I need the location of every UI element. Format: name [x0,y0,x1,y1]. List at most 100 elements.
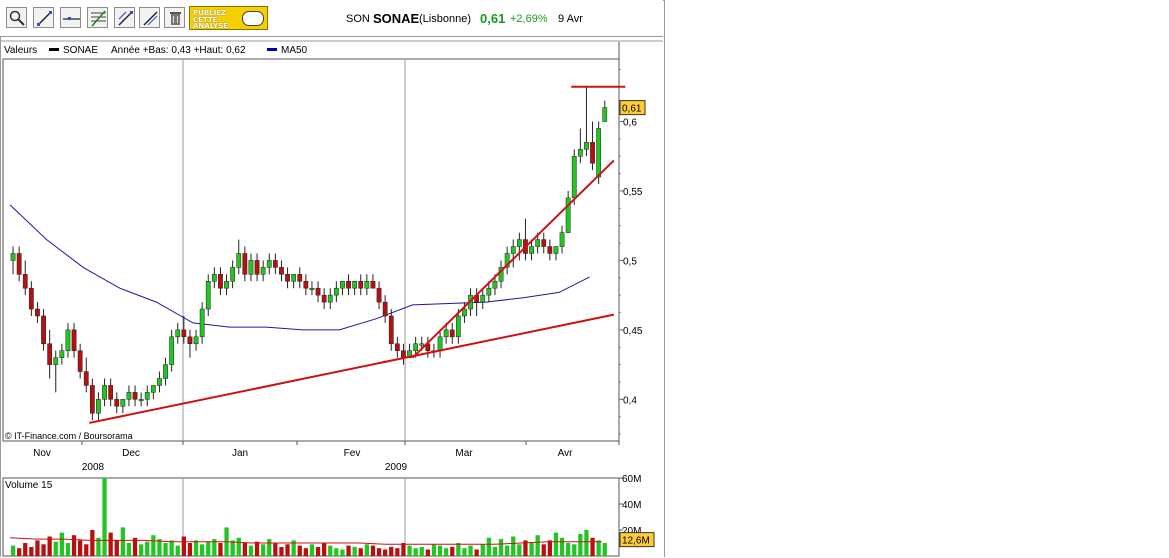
candle-body [187,336,193,345]
volume-bar [346,545,351,556]
month-label: Dec [122,448,140,459]
candle-body [89,385,95,414]
legend-stats: Année +Bas: 0,43 +Haut: 0,62 [111,45,246,56]
candle-body [303,281,309,289]
candle-body [297,274,303,282]
candle-body [486,287,492,296]
volume-bar [474,549,479,556]
candle-body [205,281,211,310]
volume-bar [78,540,83,556]
volume-bar [358,548,363,556]
candle-body [260,267,266,275]
volume-bar [163,543,168,556]
volume-bar [169,540,174,556]
candle-body [242,253,248,275]
candle-body [157,378,162,386]
volume-bar [395,548,400,556]
candle-body [315,287,321,296]
candle-body [144,392,150,400]
volume-bar [181,536,186,556]
volume-bar [431,544,437,556]
volume-bar [511,536,516,556]
volume-bar [468,545,473,556]
volume-bar [10,545,16,556]
candle-body [449,329,455,338]
volume-bar [218,543,223,556]
candle-body [590,142,595,164]
price-tick-label: 0,55 [623,187,643,198]
volume-bar [383,549,388,556]
candle-body [175,329,181,338]
candle-body [492,281,498,289]
volume-bar [492,546,498,556]
candle-body [211,274,217,282]
volume-bar [41,544,46,556]
volume-bar [248,545,254,556]
legend-valeurs: Valeurs [4,45,37,56]
volume-bar [425,549,430,556]
volume-bar [53,541,58,556]
candle-body [340,281,345,289]
candle-body [10,253,16,261]
volume-bar [340,549,345,556]
candle-body [382,301,388,317]
last-volume-label: 12,6M [622,536,650,547]
volume-bar [389,546,394,556]
year-label: 2008 [82,462,105,473]
candle-body [419,343,425,346]
volume-bar [505,545,510,556]
candle-body [65,329,71,351]
candle-body [77,350,83,372]
volume-bar [437,545,443,556]
volume-bar [498,539,504,556]
candle-body [309,287,315,290]
volume-label: Volume 15 [5,480,53,491]
volume-bar [529,543,534,556]
candle-body [71,329,77,351]
candle-body [571,155,577,199]
candle-body [236,253,242,268]
volume-bar [486,537,491,556]
volume-bar [254,541,260,556]
volume-bar [584,530,589,556]
volume-bar [187,543,193,556]
volume-bar [151,535,156,556]
credit-text: © IT-Finance.com / Boursorama [5,431,133,441]
candle-body [22,274,28,289]
volume-bar [126,543,132,556]
volume-bar [444,548,449,556]
volume-tick-label: 40M [622,500,641,511]
volume-bar [84,544,89,556]
volume-bar [547,540,552,556]
month-label: Avr [558,448,573,459]
candle-body [364,281,370,289]
stock-chart: Valeurs SONAE Année +Bas: 0,43 +Haut: 0,62… [0,40,663,557]
candle-body [327,294,333,303]
candle-body [584,142,589,150]
volume-bar [120,527,125,556]
candle-body [462,308,467,317]
candle-body [437,336,443,351]
volume-bar [553,532,559,556]
candle-body [218,274,223,289]
candle-body [83,371,89,386]
volume-bar [370,545,376,556]
candle-body [132,392,138,400]
legend-ma-swatch [267,48,277,51]
candle-body [53,357,59,365]
volume-bar [23,543,28,556]
candle-body [47,343,53,365]
candle-body [248,260,254,275]
volume-bar [279,546,284,556]
month-label: Nov [33,448,51,459]
candle-body [547,246,553,254]
candle-body [333,287,339,296]
candle-body [279,267,284,275]
candle-body [321,294,327,303]
volume-bar [419,546,424,556]
candle-body [510,246,516,254]
volume-bar [273,543,278,556]
price-tick-label: 0,4 [623,395,637,406]
candle-body [529,246,534,254]
volume-bar [145,541,150,556]
